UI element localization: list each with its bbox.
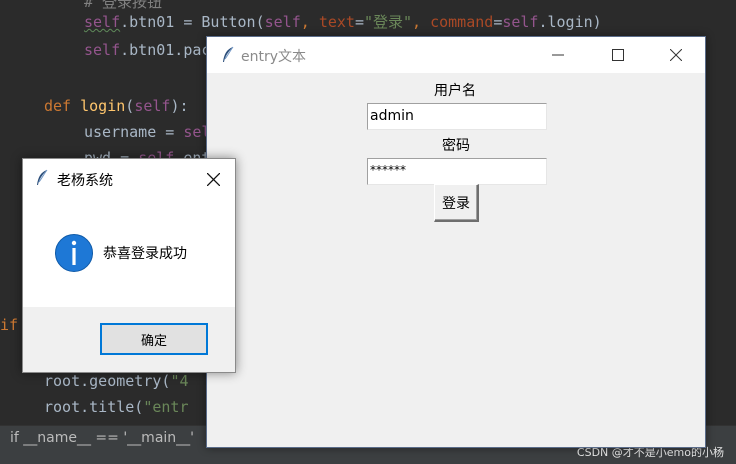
code-token: .btn01 = Button(	[120, 13, 265, 31]
code-line: def login(self):	[44, 96, 189, 116]
code-token: root.geometry(	[44, 372, 171, 390]
window-title: entry文本	[241, 49, 307, 65]
minimize-icon	[552, 54, 564, 56]
messagebox-close-button[interactable]	[199, 165, 227, 193]
code-token: # 登录按钮	[84, 0, 163, 11]
messagebox-title: 老杨系统	[57, 173, 113, 189]
username-label: 用户名	[434, 83, 476, 99]
code-token: text	[318, 13, 355, 31]
code-line: self.btn01 = Button(self, text="登录", com…	[84, 12, 602, 32]
code-token: self	[84, 41, 121, 59]
password-label: 密码	[442, 138, 470, 154]
window-titlebar[interactable]: entry文本	[207, 37, 705, 73]
breadcrumb[interactable]: if __name__ == '__main__'	[10, 430, 194, 446]
tk-feather-icon	[223, 46, 234, 62]
code-token: def	[44, 97, 81, 115]
code-token: (	[125, 97, 135, 115]
messagebox-footer: 确定	[23, 307, 235, 372]
code-token: =	[354, 13, 364, 31]
code-line: # 登录按钮	[84, 0, 162, 12]
code-token: root.title(	[44, 398, 144, 416]
code-token: command	[430, 13, 494, 31]
username-input[interactable]: admin	[367, 103, 547, 130]
code-token: "entr	[143, 398, 189, 416]
code-token: self	[264, 13, 301, 31]
close-icon	[206, 172, 220, 186]
code-token: login	[80, 97, 126, 115]
code-token: if	[0, 316, 19, 334]
code-token: .login)	[538, 13, 602, 31]
entry-window[interactable]: entry文本 用户名 admin 密码 ****** 登录	[206, 36, 706, 448]
tk-feather-icon	[37, 169, 48, 185]
code-token: self	[502, 13, 539, 31]
messagebox-message: 恭喜登录成功	[103, 246, 187, 262]
code-token: self	[134, 97, 171, 115]
code-token: ,	[412, 13, 431, 31]
close-button[interactable]	[653, 37, 699, 73]
maximize-icon	[612, 49, 624, 61]
close-icon	[670, 49, 682, 61]
password-input[interactable]: ******	[367, 158, 547, 185]
code-token: "4	[170, 372, 189, 390]
code-token: ,	[300, 13, 319, 31]
maximize-button[interactable]	[595, 37, 641, 73]
info-icon	[55, 234, 93, 272]
code-line: root.title("entr	[44, 397, 189, 417]
code-token: username =	[84, 123, 184, 141]
ok-button[interactable]: 确定	[100, 323, 208, 355]
code-token: =	[493, 13, 503, 31]
login-button[interactable]: 登录	[434, 184, 479, 222]
code-line: root.geometry("4	[44, 371, 189, 391]
code-token: self	[84, 13, 121, 31]
code-token: ):	[170, 97, 189, 115]
code-token: "登录"	[363, 13, 413, 31]
info-messagebox[interactable]: 老杨系统 恭喜登录成功 确定	[22, 158, 236, 373]
minimize-button[interactable]	[535, 37, 581, 73]
